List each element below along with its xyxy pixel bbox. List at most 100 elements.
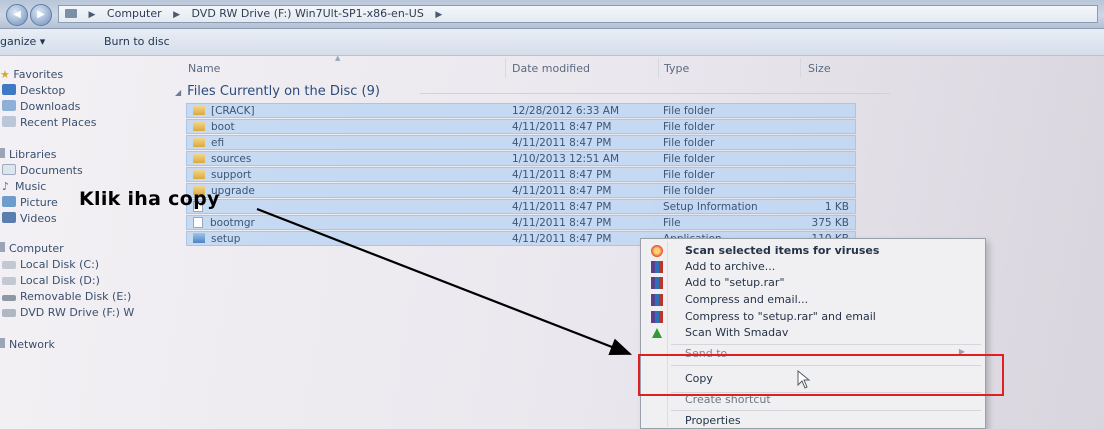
menu-item-add-to-archive[interactable]: Add to archive... xyxy=(641,260,985,275)
breadcrumb-dvd-drive[interactable]: DVD RW Drive (F:) Win7Ult-SP1-x86-en-US xyxy=(192,7,424,20)
nav-dvd-drive[interactable]: DVD RW Drive (F:) W xyxy=(2,306,134,319)
file-name: setup xyxy=(211,233,241,245)
file-row-upgrade[interactable]: upgrade 4/11/2011 8:47 PM File folder xyxy=(186,183,856,198)
nav-removable-disk-e[interactable]: Removable Disk (E:) xyxy=(2,290,131,303)
file-row-sources[interactable]: sources 1/10/2013 12:51 AM File folder xyxy=(186,151,856,166)
address-bar-area: ◀ ▶ ▶ Computer ▶ DVD RW Drive (F:) Win7U… xyxy=(0,0,1104,29)
winrar-icon xyxy=(651,277,663,289)
folder-icon xyxy=(193,154,205,163)
folder-icon xyxy=(193,106,205,115)
file-row-bootmgr[interactable]: bootmgr 4/11/2011 8:47 PM File 375 KB xyxy=(186,215,856,230)
forward-arrow-icon: ▶ xyxy=(37,9,45,20)
column-header-date-modified[interactable]: Date modified xyxy=(512,62,590,75)
network-icon xyxy=(0,338,5,348)
nav-local-disk-d[interactable]: Local Disk (D:) xyxy=(2,274,100,287)
mouse-cursor-icon xyxy=(797,370,811,389)
column-header-type[interactable]: Type xyxy=(664,62,689,75)
file-row-crack[interactable]: [CRACK] 12/28/2012 6:33 AM File folder xyxy=(186,103,856,118)
nav-music[interactable]: ♪ Music xyxy=(2,180,46,193)
copy-highlight-box xyxy=(638,354,1004,396)
nav-computer[interactable]: Computer xyxy=(0,242,64,255)
back-button[interactable]: ◀ xyxy=(6,4,28,26)
file-date: 4/11/2011 8:47 PM xyxy=(512,201,612,213)
nav-downloads[interactable]: Downloads xyxy=(2,100,80,113)
nav-libraries[interactable]: Libraries xyxy=(0,148,57,161)
documents-icon xyxy=(2,164,16,175)
file-type: File folder xyxy=(663,121,715,133)
usb-disk-icon xyxy=(2,295,16,301)
address-input[interactable]: ▶ Computer ▶ DVD RW Drive (F:) Win7Ult-S… xyxy=(58,5,1098,23)
file-name: boot xyxy=(211,121,235,133)
column-divider[interactable] xyxy=(658,58,659,78)
menu-separator xyxy=(671,410,981,411)
file-row-efi[interactable]: efi 4/11/2011 8:47 PM File folder xyxy=(186,135,856,150)
burn-to-disc-button[interactable]: Burn to disc xyxy=(104,35,170,48)
menu-item-compress-and-email[interactable]: Compress and email... xyxy=(641,293,985,308)
file-type: File folder xyxy=(663,185,715,197)
file-date: 4/11/2011 8:47 PM xyxy=(512,137,612,149)
nav-videos[interactable]: Videos xyxy=(2,212,57,225)
file-name: [CRACK] xyxy=(211,105,255,117)
file-row-autorun[interactable]: 4/11/2011 8:47 PM Setup Information 1 KB xyxy=(186,199,856,214)
file-type: File folder xyxy=(663,169,715,181)
column-divider[interactable] xyxy=(505,58,506,78)
menu-item-add-to-setup-rar[interactable]: Add to "setup.rar" xyxy=(641,276,985,291)
recent-places-icon xyxy=(2,116,16,127)
forward-button[interactable]: ▶ xyxy=(30,4,52,26)
breadcrumb-separator-icon: ▶ xyxy=(435,10,443,20)
pictures-icon xyxy=(2,196,16,207)
nav-desktop[interactable]: Desktop xyxy=(2,84,65,97)
drive-icon xyxy=(65,9,77,18)
breadcrumb-separator-icon: ▶ xyxy=(173,10,181,20)
file-date: 12/28/2012 6:33 AM xyxy=(512,105,620,117)
hard-disk-icon xyxy=(2,277,16,285)
file-date: 4/11/2011 8:47 PM xyxy=(512,121,612,133)
nav-pictures[interactable]: Picture xyxy=(2,196,58,209)
group-divider xyxy=(420,93,890,94)
star-icon: ★ xyxy=(0,68,10,81)
column-header-size[interactable]: Size xyxy=(808,62,831,75)
computer-icon xyxy=(0,242,5,252)
group-header[interactable]: ◢ Files Currently on the Disc (9) xyxy=(175,84,380,99)
videos-icon xyxy=(2,212,16,223)
nav-local-disk-c[interactable]: Local Disk (C:) xyxy=(2,258,99,271)
file-name: efi xyxy=(211,137,225,149)
folder-icon xyxy=(193,138,205,147)
breadcrumb-computer[interactable]: Computer xyxy=(107,7,162,20)
breadcrumb-separator-icon: ▶ xyxy=(88,10,96,20)
nav-favorites[interactable]: ★ Favorites xyxy=(0,68,63,81)
file-name: sources xyxy=(211,153,252,165)
menu-item-scan-viruses[interactable]: Scan selected items for viruses xyxy=(641,244,985,259)
collapse-triangle-icon: ◢ xyxy=(175,88,182,97)
command-bar: ganize ▾ Burn to disc xyxy=(0,29,1104,56)
application-icon xyxy=(193,233,205,243)
file-type: File folder xyxy=(663,137,715,149)
menu-item-properties[interactable]: Properties xyxy=(641,414,985,429)
nav-recent-places[interactable]: Recent Places xyxy=(2,116,97,129)
file-row-boot[interactable]: boot 4/11/2011 8:47 PM File folder xyxy=(186,119,856,134)
file-icon xyxy=(193,217,203,228)
navigation-pane: ★ Favorites Desktop Downloads Recent Pla… xyxy=(0,56,166,429)
folder-icon xyxy=(193,122,205,131)
desktop-icon xyxy=(2,84,16,95)
file-date: 4/11/2011 8:47 PM xyxy=(512,169,612,181)
file-type: File folder xyxy=(663,105,715,117)
group-header-label: Files Currently on the Disc (9) xyxy=(187,84,380,99)
file-date: 4/11/2011 8:47 PM xyxy=(512,217,612,229)
column-divider[interactable] xyxy=(800,58,801,78)
menu-separator xyxy=(671,344,981,345)
organize-button[interactable]: ganize ▾ xyxy=(0,35,45,48)
file-size: 1 KB xyxy=(824,201,849,213)
winrar-icon xyxy=(651,311,663,323)
menu-item-compress-rar-and-email[interactable]: Compress to "setup.rar" and email xyxy=(641,310,985,325)
file-type: File xyxy=(663,217,681,229)
library-icon xyxy=(0,148,5,158)
file-date: 4/11/2011 8:47 PM xyxy=(512,185,612,197)
file-row-support[interactable]: support 4/11/2011 8:47 PM File folder xyxy=(186,167,856,182)
downloads-icon xyxy=(2,100,16,111)
dvd-drive-icon xyxy=(2,309,16,317)
nav-network[interactable]: Network xyxy=(0,338,55,351)
menu-item-scan-with-smadav[interactable]: Scan With Smadav xyxy=(641,326,985,341)
column-header-name[interactable]: Name xyxy=(188,62,220,75)
nav-documents[interactable]: Documents xyxy=(2,164,83,177)
